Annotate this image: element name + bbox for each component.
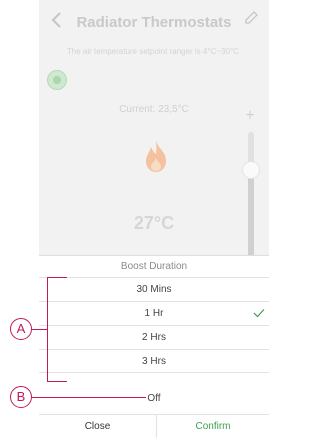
duration-option-30-mins[interactable]: 30 Mins: [39, 277, 269, 301]
annotation-b-connector: [32, 397, 146, 398]
boost-duration-sheet: Boost Duration 30 Mins 1 Hr 2 Hrs 3 Hrs …: [39, 255, 269, 438]
option-label: 1 Hr: [144, 308, 164, 319]
setpoint-temperature: 27°C: [133, 213, 175, 233]
duration-option-off[interactable]: Off: [39, 393, 269, 404]
check-icon: [253, 309, 265, 318]
temperature-slider-thumb[interactable]: [242, 161, 260, 179]
thermostat-screen: Radiator Thermostats The air temperature…: [39, 0, 269, 270]
annotation-a-bracket-bottom: [47, 381, 67, 382]
duration-options: 30 Mins 1 Hr 2 Hrs 3 Hrs: [39, 277, 269, 373]
sheet-title: Boost Duration: [120, 261, 188, 272]
annotation-a-connector: [32, 329, 48, 330]
duration-option-3-hrs[interactable]: 3 Hrs: [39, 349, 269, 373]
confirm-button[interactable]: Confirm: [157, 415, 269, 438]
plus-icon[interactable]: +: [240, 106, 260, 126]
edit-icon[interactable]: [243, 10, 259, 26]
close-button[interactable]: Close: [39, 415, 157, 438]
current-temperature: Current: 23,5°C: [119, 104, 189, 115]
setpoint-range-info: The air temperature setpoint ranger is 4…: [66, 47, 242, 56]
page-title: Radiator Thermostats: [76, 14, 232, 31]
option-label: 30 Mins: [136, 284, 172, 295]
app-header: Radiator Thermostats: [39, 0, 269, 44]
sheet-actions: Close Confirm: [39, 414, 269, 438]
duration-option-2-hrs[interactable]: 2 Hrs: [39, 325, 269, 349]
annotation-a-callout: A: [10, 318, 32, 340]
option-label: 3 Hrs: [142, 356, 166, 367]
annotation-b-callout: B: [10, 386, 32, 408]
mode-badge: [47, 70, 67, 90]
duration-option-1-hr[interactable]: 1 Hr: [39, 301, 269, 325]
option-label: 2 Hrs: [142, 332, 166, 343]
annotation-a-bracket-top: [47, 277, 67, 278]
flame-icon: [146, 140, 166, 172]
